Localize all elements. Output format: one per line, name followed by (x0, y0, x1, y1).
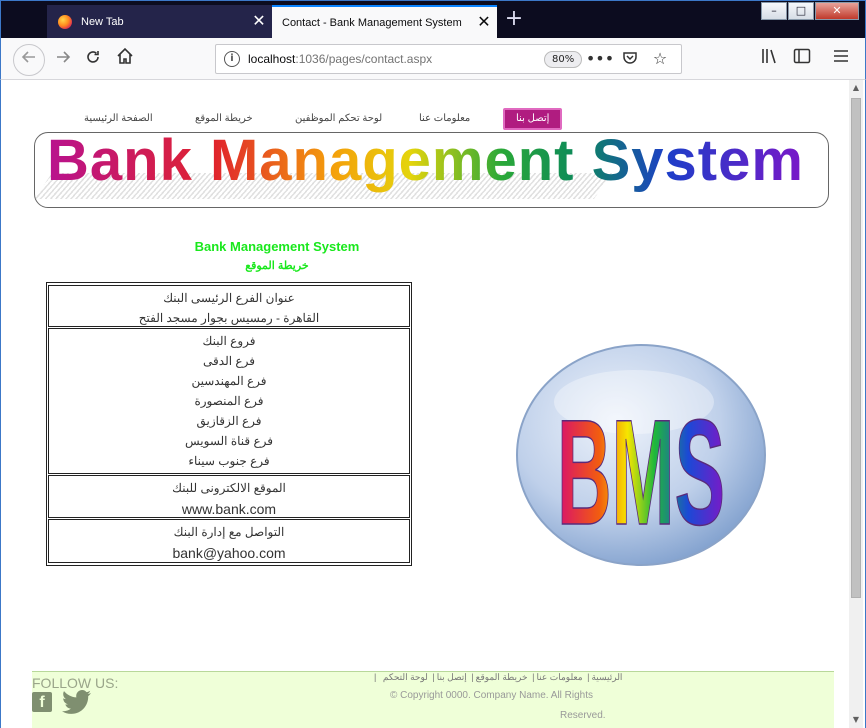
follow-us-label: FOLLOW US: (32, 675, 119, 691)
scroll-up-arrow-icon[interactable]: ▲ (849, 80, 863, 96)
pocket-icon[interactable] (615, 50, 645, 70)
firefox-icon (58, 15, 72, 29)
copyright-text-cont: Reserved. (560, 710, 606, 721)
forward-button[interactable] (49, 46, 77, 74)
tab-bar: New Tab ✕ Contact - Bank Management Syst… (0, 0, 866, 39)
tab-new-tab[interactable]: New Tab ✕ (47, 5, 272, 39)
contact-info-table: عنوان الفرع الرئيسى البنك القاهرة - رمسي… (46, 282, 412, 566)
more-actions-icon[interactable]: ••• (585, 50, 615, 70)
main-branch-cell: عنوان الفرع الرئيسى البنك القاهرة - رمسي… (48, 285, 410, 327)
new-tab-button[interactable]: + (501, 7, 527, 33)
branch-item: فرع المهندسين (191, 374, 267, 388)
home-icon (117, 47, 133, 64)
scrollbar-thumb[interactable] (851, 98, 861, 598)
branch-item: فرع قناة السويس (184, 434, 274, 448)
back-button[interactable] (13, 44, 45, 76)
footer-link-home[interactable]: الرئيسية (589, 672, 624, 682)
navigation-toolbar: i localhost:1036/pages/contact.aspx 80% … (0, 38, 866, 80)
branch-item: فرع جنوب سيناء (188, 454, 270, 468)
branches-cell: فروع البنك فرع الدقى فرع المهندسين فرع ا… (48, 328, 410, 474)
library-icon[interactable] (761, 48, 779, 68)
content-subtitle: خريطة الموقع (245, 260, 309, 272)
window-controls: – □ ✕ (760, 2, 859, 20)
management-contact-cell: التواصل مع إدارة البنك bank@yahoo.com (48, 519, 410, 563)
url-path: :1036/pages/contact.aspx (295, 52, 433, 66)
nav-about-link[interactable]: معلومات عنا (419, 108, 470, 130)
reload-icon (87, 51, 99, 63)
close-tab-icon[interactable]: ✕ (246, 14, 272, 30)
main-branch-label: عنوان الفرع الرئيسى البنك (163, 291, 295, 305)
twitter-icon[interactable] (62, 690, 92, 714)
page-actions: ••• ☆ (585, 50, 675, 70)
tab-label: New Tab (81, 16, 124, 28)
branch-item: فرع الزقازيق (196, 414, 262, 428)
contact-label: التواصل مع إدارة البنك (173, 525, 285, 539)
footer-link-sitemap[interactable]: خريطة الموقع (474, 672, 530, 682)
copyright-text: © Copyright 0000. Company Name. All Righ… (390, 690, 594, 701)
zoom-indicator[interactable]: 80% (544, 51, 583, 68)
banner-title: Bank Management System (47, 133, 804, 194)
main-branch-address: القاهرة - رمسيس بجوار مسجد الفتح (138, 311, 320, 325)
scroll-down-arrow-icon[interactable]: ▼ (849, 712, 863, 728)
nav-contact-link[interactable]: إتصل بنا (503, 108, 563, 130)
website-label: الموقع الالكترونى للبنك (172, 481, 286, 495)
footer-links: | الرئيسية| معلومات عنا| خريطة الموقع| إ… (374, 672, 624, 682)
footer-link-dashboard[interactable]: لوحة التحكم (381, 672, 430, 682)
tab-label: Contact - Bank Management System (282, 17, 462, 29)
email-value: bank@yahoo.com (172, 545, 286, 561)
nav-employees-link[interactable]: لوحة تحكم الموظفين (295, 108, 382, 130)
reload-button[interactable] (79, 46, 107, 74)
sidebar-icon[interactable] (793, 48, 811, 68)
home-button[interactable] (111, 46, 139, 74)
menu-icon[interactable] (833, 48, 849, 67)
bms-logo: BMS (516, 344, 766, 566)
footer-link-separator: | (374, 672, 377, 682)
minimize-button[interactable]: – (761, 2, 787, 20)
close-tab-icon[interactable]: ✕ (471, 15, 497, 31)
facebook-icon[interactable]: f (32, 692, 52, 712)
url-text[interactable]: localhost:1036/pages/contact.aspx (248, 52, 432, 66)
address-bar[interactable]: i localhost:1036/pages/contact.aspx 80% … (215, 44, 682, 74)
bms-logo-text: BMS (557, 388, 725, 556)
footer-link-contact[interactable]: إتصل بنا (435, 672, 469, 682)
branch-item: فرع الدقى (203, 354, 255, 368)
site-footer: FOLLOW US: f | الرئيسية| معلومات عنا| خر… (32, 671, 834, 728)
branch-item: فرع المنصورة (194, 394, 264, 408)
maximize-button[interactable]: □ (788, 2, 814, 20)
page-viewport: الصفحة الرئيسية خريطة الموقع لوحة تحكم ا… (0, 80, 866, 728)
vertical-scrollbar[interactable]: ▲ ▼ (849, 80, 863, 728)
website-value: www.bank.com (181, 501, 277, 517)
footer-link-about[interactable]: معلومات عنا (534, 672, 584, 682)
nav-sitemap-link[interactable]: خريطة الموقع (195, 108, 253, 130)
site-info-icon[interactable]: i (224, 51, 240, 67)
forward-arrow-icon (57, 51, 71, 63)
nav-home-link[interactable]: الصفحة الرئيسية (84, 108, 153, 130)
tab-contact[interactable]: Contact - Bank Management System ✕ (272, 5, 497, 39)
back-arrow-icon (21, 51, 35, 63)
website-cell: الموقع الالكترونى للبنك www.bank.com (48, 475, 410, 518)
bookmark-star-icon[interactable]: ☆ (645, 50, 675, 70)
site-banner: Bank Management System (34, 132, 829, 208)
branches-label: فروع البنك (202, 334, 256, 348)
content-title: Bank Management System (194, 239, 360, 254)
url-host: localhost (248, 52, 296, 66)
close-window-button[interactable]: ✕ (815, 2, 859, 20)
